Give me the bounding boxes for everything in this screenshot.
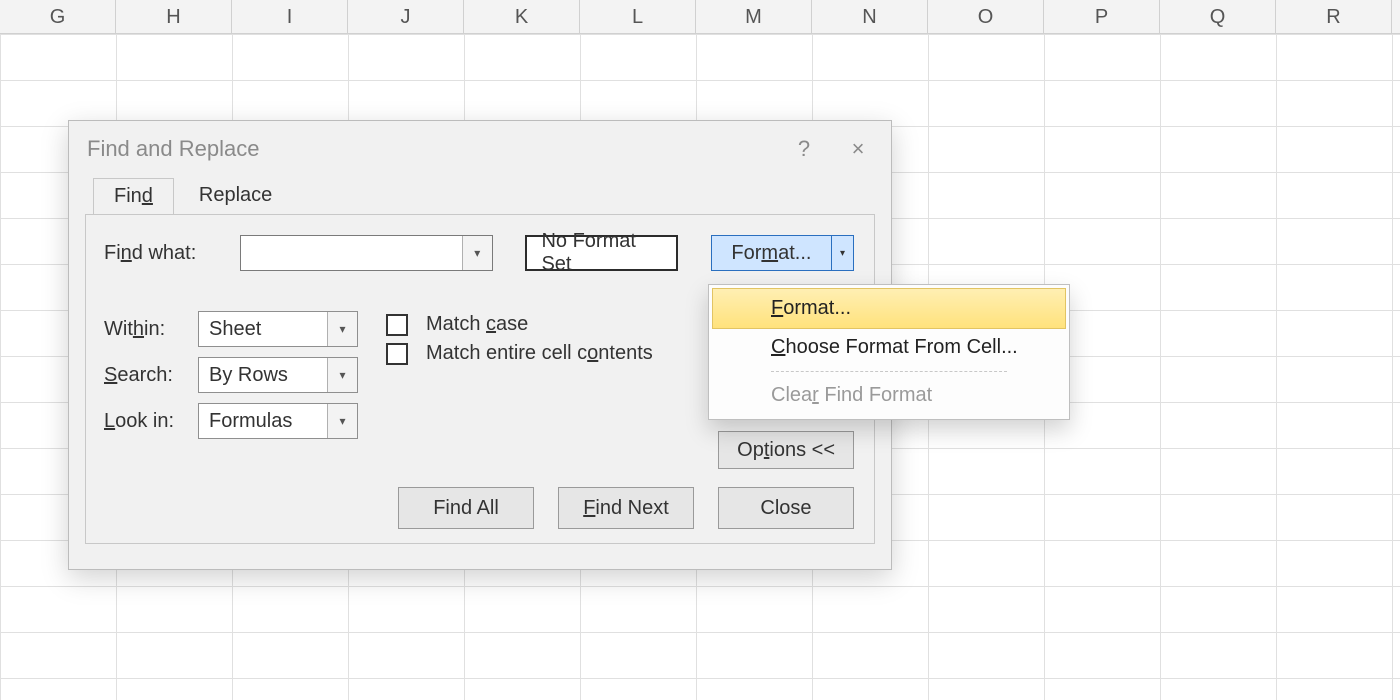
help-icon: ? [798,136,810,162]
button-label: Find All [433,497,499,520]
search-dropdown[interactable]: ▾ [327,358,357,392]
find-what-input[interactable] [241,236,462,270]
find-all-button[interactable]: Find All [398,487,534,529]
button-label: Close [760,497,811,520]
find-what-dropdown[interactable]: ▾ [462,236,492,270]
column-header[interactable]: M [696,0,812,33]
tab-find[interactable]: Find [93,178,174,215]
column-header[interactable]: I [232,0,348,33]
format-button-face[interactable]: Format... [712,236,831,270]
lookin-select[interactable]: Formulas ▾ [198,403,358,439]
within-value: Sheet [199,312,327,346]
lookin-dropdown[interactable]: ▾ [327,404,357,438]
format-dropdown-menu: Format... Choose Format From Cell... Cle… [708,284,1070,420]
checks-column: Match case Match entire cell contents [386,311,653,449]
menu-item-format[interactable]: Format... [712,288,1066,329]
lookin-label: Look in: [104,410,190,433]
tab-label: Replace [199,184,272,206]
match-entire-label: Match entire cell contents [426,342,653,365]
format-preview: No Format Set [525,235,678,271]
chevron-down-icon: ▾ [339,322,345,336]
chevron-down-icon: ▾ [474,246,480,260]
dialog-footer: Find All Find Next Close [398,487,854,529]
within-label: Within: [104,318,190,341]
close-window-button[interactable]: × [831,128,885,170]
column-header[interactable]: N [812,0,928,33]
close-icon: × [852,136,865,162]
chevron-down-icon: ▾ [840,248,845,259]
find-what-label: Find what: [104,242,232,265]
column-header[interactable]: G [0,0,116,33]
column-header[interactable]: H [116,0,232,33]
button-label: Find Next [583,497,669,520]
button-label: Format... [731,242,811,265]
options-button[interactable]: Options << [718,431,854,469]
lookin-value: Formulas [199,404,327,438]
search-select[interactable]: By Rows ▾ [198,357,358,393]
dialog-title: Find and Replace [87,136,777,162]
dialog-titlebar[interactable]: Find and Replace ? × [69,121,891,177]
find-what-combo[interactable]: ▾ [240,235,493,271]
find-next-button[interactable]: Find Next [558,487,694,529]
tab-label: Find [114,185,153,207]
selects-column: Within: Sheet ▾ Search: By Rows ▾ [104,311,358,449]
menu-item-label: Choose Format From Cell... [771,336,1018,358]
format-button[interactable]: Format... ▾ [711,235,854,271]
tabstrip: Find Replace [85,177,875,214]
format-button-split[interactable]: ▾ [831,236,853,270]
column-header[interactable]: P [1044,0,1160,33]
menu-item-label: Clear Find Format [771,384,932,406]
search-value: By Rows [199,358,327,392]
column-header[interactable]: R [1276,0,1392,33]
within-dropdown[interactable]: ▾ [327,312,357,346]
chevron-down-icon: ▾ [339,414,345,428]
chevron-down-icon: ▾ [339,368,345,382]
column-header[interactable]: L [580,0,696,33]
match-case-label: Match case [426,313,528,336]
column-header[interactable]: O [928,0,1044,33]
column-header[interactable]: K [464,0,580,33]
help-button[interactable]: ? [777,128,831,170]
find-what-row: Find what: ▾ No Format Set Format... ▾ [104,235,854,271]
tab-replace[interactable]: Replace [178,177,293,214]
column-header[interactable]: J [348,0,464,33]
menu-separator [771,371,1007,372]
match-entire-checkbox[interactable] [386,343,408,365]
column-header-row: G H I J K L M N O P Q R [0,0,1400,34]
menu-item-choose-from-cell[interactable]: Choose Format From Cell... [713,328,1065,367]
menu-item-clear-find-format: Clear Find Format [713,376,1065,415]
match-case-checkbox[interactable] [386,314,408,336]
close-button[interactable]: Close [718,487,854,529]
within-select[interactable]: Sheet ▾ [198,311,358,347]
button-label: Options << [737,439,835,462]
menu-item-label: Format... [771,297,851,319]
column-header[interactable]: Q [1160,0,1276,33]
search-label: Search: [104,364,190,387]
